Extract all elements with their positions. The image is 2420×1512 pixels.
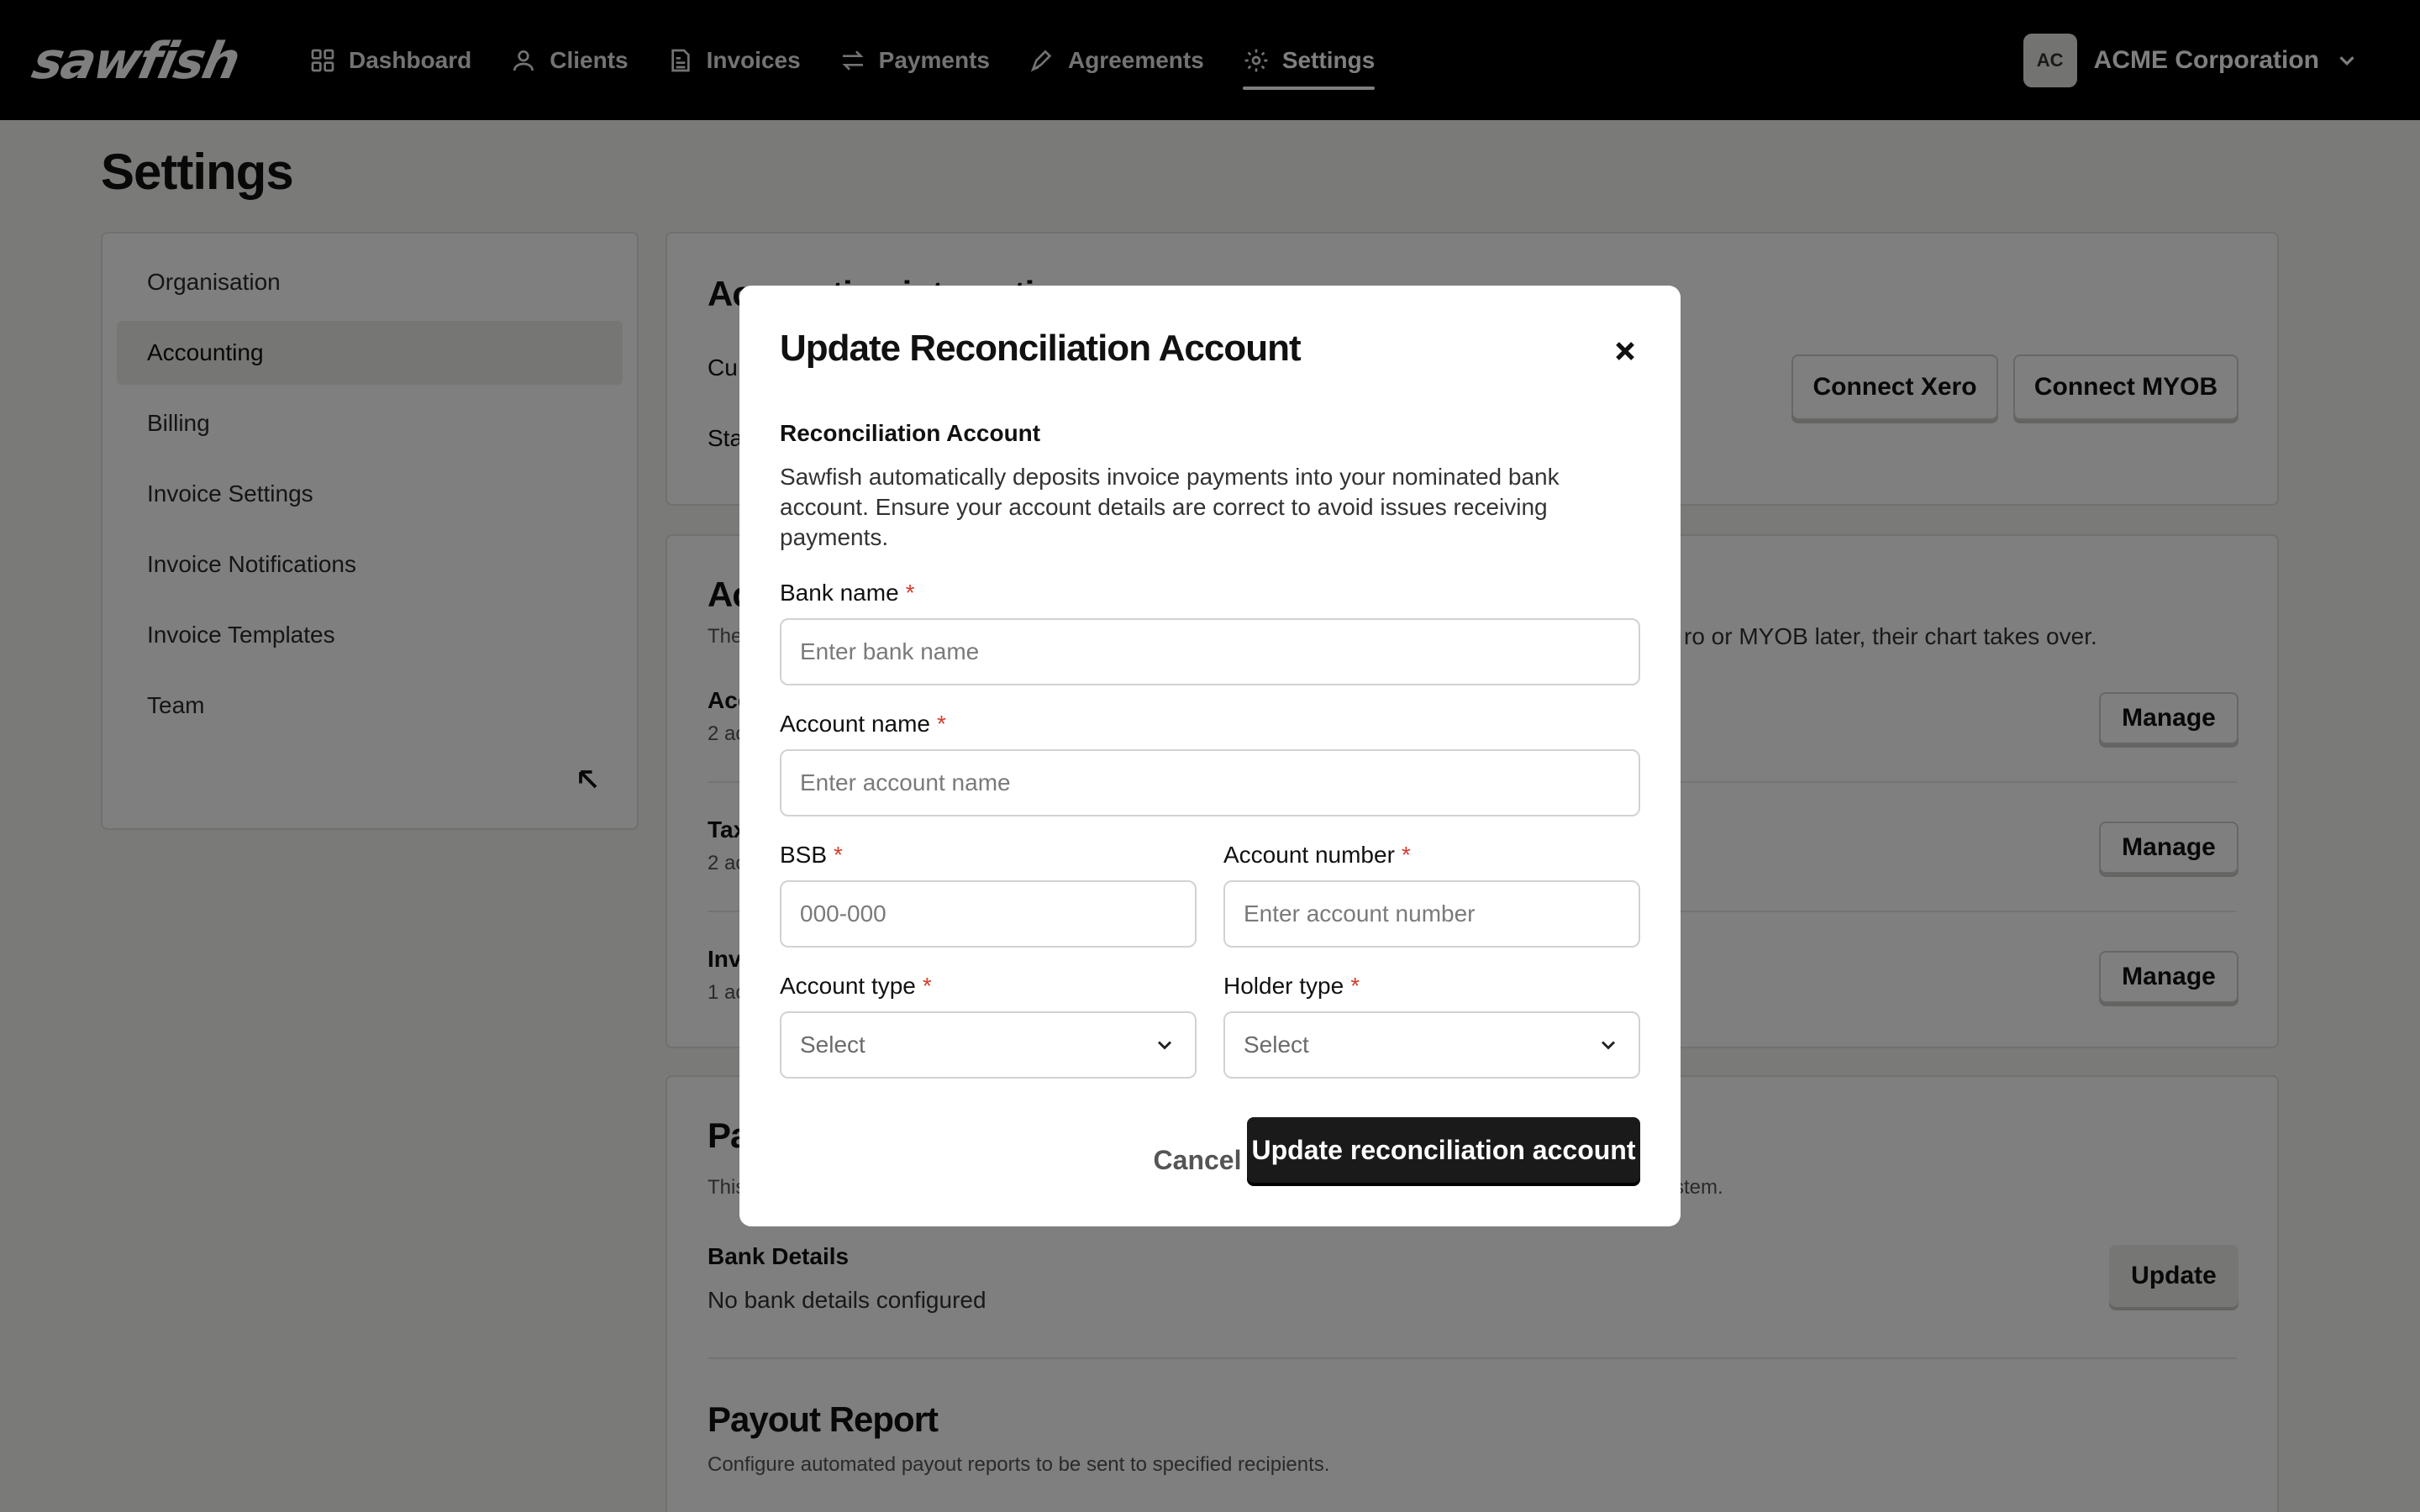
required-asterisk: *: [922, 973, 932, 999]
account-name-input[interactable]: [780, 749, 1640, 816]
bsb-input[interactable]: [780, 880, 1197, 948]
holder-type-select[interactable]: Select: [1223, 1011, 1640, 1079]
bank-name-label: Bank name *: [780, 580, 915, 606]
holder-type-label: Holder type *: [1223, 973, 1360, 999]
section-description: Sawfish automatically deposits invoice p…: [780, 464, 1560, 550]
close-button[interactable]: [1610, 336, 1640, 366]
chevron-down-icon: [1157, 1041, 1172, 1050]
close-icon: [1616, 342, 1634, 360]
account-number-input[interactable]: [1223, 880, 1640, 948]
select-value: Select: [1244, 1032, 1309, 1058]
bsb-label: BSB *: [780, 842, 843, 868]
account-type-select[interactable]: Select: [780, 1011, 1197, 1079]
section-label: Reconciliation Account: [780, 420, 1041, 446]
required-asterisk: *: [1350, 973, 1360, 999]
account-type-label: Account type *: [780, 973, 932, 999]
account-name-label: Account name *: [780, 711, 946, 737]
modal-title: Update Reconciliation Account: [780, 328, 1302, 369]
required-asterisk: *: [1401, 842, 1411, 868]
bank-name-input[interactable]: [780, 618, 1640, 685]
required-asterisk: *: [905, 580, 915, 606]
account-number-label: Account number *: [1223, 842, 1411, 868]
required-asterisk: *: [937, 711, 946, 737]
chevron-down-icon: [1601, 1041, 1616, 1050]
required-asterisk: *: [834, 842, 843, 868]
update-reconciliation-modal: Update Reconciliation Account Reconcilia…: [739, 286, 1681, 1226]
select-value: Select: [800, 1032, 865, 1058]
update-reconciliation-account-button[interactable]: Update reconciliation account: [1247, 1117, 1640, 1183]
